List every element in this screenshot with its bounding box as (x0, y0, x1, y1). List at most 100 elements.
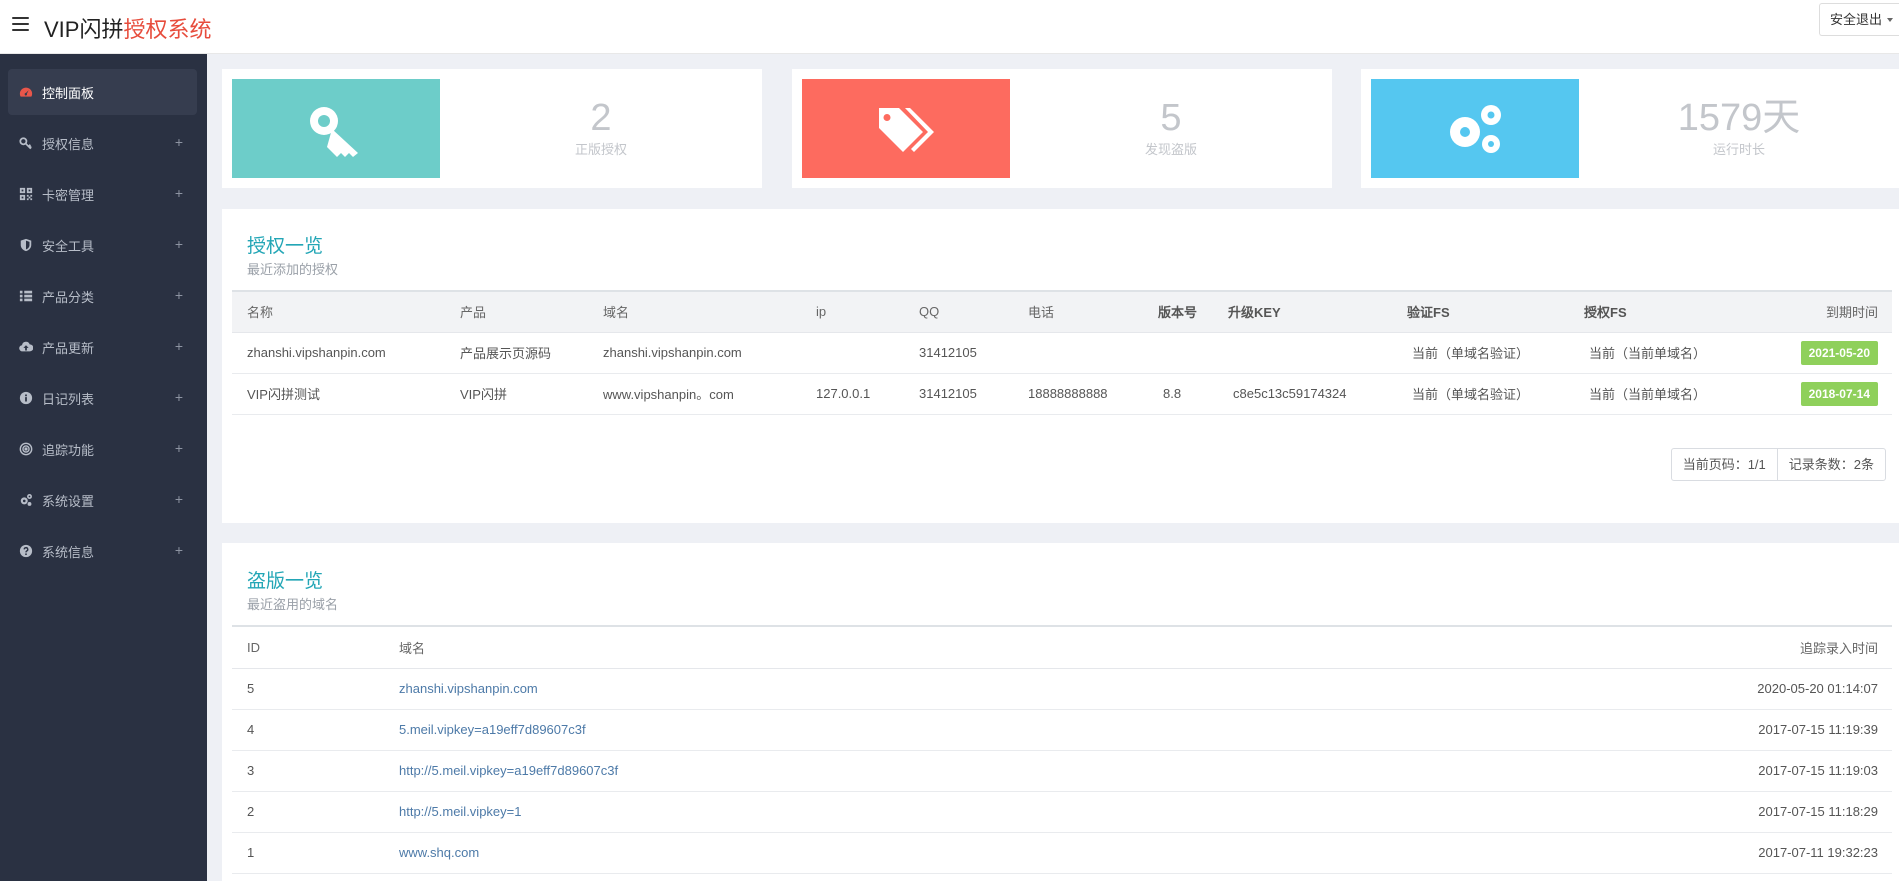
key-icon (232, 79, 440, 178)
panel-subtitle: 最近添加的授权 (247, 262, 339, 277)
cell-time: 2017-07-11 19:32:23 (1758, 845, 1878, 860)
cell-domain-link[interactable]: http://5.meil.vipkey=1 (384, 791, 1304, 832)
cell-name: VIP闪拼测试 (247, 387, 320, 402)
expand-icon: + (174, 185, 183, 201)
table-row: 4 5.meil.vipkey=a19eff7d89607c3f 2017-07… (232, 709, 1892, 750)
sidebar-item-label: 产品更新 (42, 340, 95, 356)
sidebar-item-label: 系统设置 (42, 493, 95, 509)
current-page-indicator[interactable]: 当前页码：1/1 (1672, 449, 1777, 480)
stat-value: 5 (1160, 97, 1182, 139)
question-icon (18, 543, 34, 559)
stat-value: 1579天 (1677, 97, 1801, 139)
cell-auth-fs: 当前（当前单域名） (1589, 387, 1707, 402)
cell-domain-link[interactable]: zhanshi.vipshanpin.com (384, 668, 1304, 709)
stat-card-genuine: 2 正版授权 (222, 69, 762, 188)
cell-verify-fs: 当前（单域名验证） (1412, 346, 1530, 361)
expand-icon: + (174, 542, 183, 558)
table-row: 5 zhanshi.vipshanpin.com 2020-05-20 01:1… (232, 668, 1892, 709)
app-title: VIP闪拼授权系统 (44, 12, 211, 44)
cell-phone (1013, 332, 1143, 373)
stat-card-piracy: 5 发现盗版 (792, 69, 1332, 188)
cell-key (1213, 332, 1392, 373)
menu-toggle-icon[interactable] (12, 17, 29, 31)
record-count-indicator[interactable]: 记录条数：2条 (1776, 449, 1885, 480)
logout-button[interactable]: 安全退出 (1818, 3, 1899, 36)
cell-phone: 18888888888 (1028, 386, 1108, 401)
column-header: 产品 (460, 305, 487, 321)
column-header: ip (816, 304, 827, 320)
target-icon (18, 441, 34, 457)
sidebar-item-product-update[interactable]: 产品更新 + (8, 324, 197, 370)
cell-id: 1 (247, 845, 255, 860)
cell-id: 5 (247, 681, 255, 696)
cloud-upload-icon (18, 339, 34, 355)
sidebar-item-label: 授权信息 (42, 136, 95, 152)
shield-icon (18, 237, 34, 253)
cogs-icon (18, 492, 34, 508)
cell-name: zhanshi.vipshanpin.com (247, 345, 386, 360)
cell-expires: 2018-07-14 (1744, 373, 1892, 414)
caret-down-icon (1887, 18, 1893, 22)
panel-subtitle: 最近盗用的域名 (247, 597, 339, 612)
sidebar-item-tracking[interactable]: 追踪功能 + (8, 426, 197, 472)
sidebar-item-auth-info[interactable]: 授权信息 + (8, 120, 197, 166)
table-row: 2 http://5.meil.vipkey=1 2017-07-15 11:1… (232, 791, 1892, 832)
column-header: 版本号 (1158, 305, 1198, 321)
cell-expires: 2021-05-20 (1744, 332, 1892, 373)
table-row: 3 http://5.meil.vipkey=a19eff7d89607c3f … (232, 750, 1892, 791)
sidebar-item-product-category[interactable]: 产品分类 + (8, 273, 197, 319)
sidebar-item-system-settings[interactable]: 系统设置 + (8, 477, 197, 523)
table-row: 1 www.shq.com 2017-07-11 19:32:23 (232, 832, 1892, 873)
panel-title: 授权一览 (247, 236, 324, 257)
cell-product: VIP闪拼 (460, 387, 507, 402)
info-icon (18, 390, 34, 406)
cell-time: 2017-07-15 11:19:39 (1758, 722, 1878, 737)
cell-id: 4 (247, 722, 255, 737)
cell-qq: 31412105 (919, 345, 977, 360)
stat-label: 运行时长 (1712, 142, 1765, 157)
logout-label: 安全退出 (1829, 12, 1882, 27)
cell-time: 2017-07-15 11:19:03 (1758, 763, 1878, 778)
expand-icon: + (174, 440, 183, 456)
sidebar-item-log-list[interactable]: 日记列表 + (8, 375, 197, 421)
sidebar-item-dashboard[interactable]: 控制面板 (8, 69, 197, 115)
sidebar-item-card-management[interactable]: 卡密管理 + (8, 171, 197, 217)
sidebar-item-label: 追踪功能 (42, 442, 95, 458)
brand-accent: 授权系统 (123, 17, 212, 42)
expand-icon: + (174, 287, 183, 303)
cell-domain-link[interactable]: http://5.meil.vipkey=a19eff7d89607c3f (384, 750, 1304, 791)
sidebar-item-system-info[interactable]: 系统信息 + (8, 528, 197, 574)
table-header-row: ID 域名 追踪录入时间 (232, 626, 1892, 668)
cell-domain: zhanshi.vipshanpin.com (603, 345, 742, 360)
qrcode-icon (18, 186, 34, 202)
cell-domain-link[interactable]: 5.meil.vipkey=a19eff7d89607c3f (384, 709, 1304, 750)
list-icon (18, 288, 34, 304)
cell-key: c8e5c13c59174324 (1233, 386, 1347, 401)
cell-id: 3 (247, 763, 255, 778)
table-row: zhanshi.vipshanpin.com 产品展示页源码 zhanshi.v… (232, 332, 1892, 373)
cell-domain-link[interactable]: www.shq.com (384, 832, 1304, 873)
top-header: VIP闪拼授权系统 安全退出 (0, 0, 1899, 54)
sidebar-item-security-tools[interactable]: 安全工具 + (8, 222, 197, 268)
stat-label: 正版授权 (574, 142, 627, 157)
column-header: 域名 (399, 640, 426, 656)
cell-version: 8.8 (1163, 386, 1182, 401)
stat-label: 发现盗版 (1144, 142, 1197, 157)
stat-value: 2 (590, 97, 612, 139)
sidebar-item-label: 卡密管理 (42, 187, 95, 203)
tags-icon (802, 79, 1010, 178)
sidebar-item-label: 日记列表 (42, 391, 95, 407)
expand-icon: + (174, 389, 183, 405)
sidebar-item-label: 控制面板 (42, 85, 95, 101)
cell-auth-fs: 当前（当前单域名） (1589, 346, 1707, 361)
table-header-row: 名称 产品 域名 ip QQ 电话 版本号 升级KEY 验证FS 授权FS 到期… (232, 291, 1892, 332)
key-icon (18, 135, 34, 151)
dashboard-icon (18, 84, 34, 100)
sidebar-item-label: 安全工具 (42, 238, 95, 254)
column-header: 验证FS (1407, 305, 1450, 321)
cogs-icon (1371, 79, 1579, 178)
column-header: 追踪录入时间 (1799, 640, 1878, 656)
brand-prefix: VIP闪拼 (44, 17, 124, 42)
sidebar-item-label: 系统信息 (42, 544, 95, 560)
cell-time: 2017-07-15 11:18:29 (1758, 804, 1878, 819)
